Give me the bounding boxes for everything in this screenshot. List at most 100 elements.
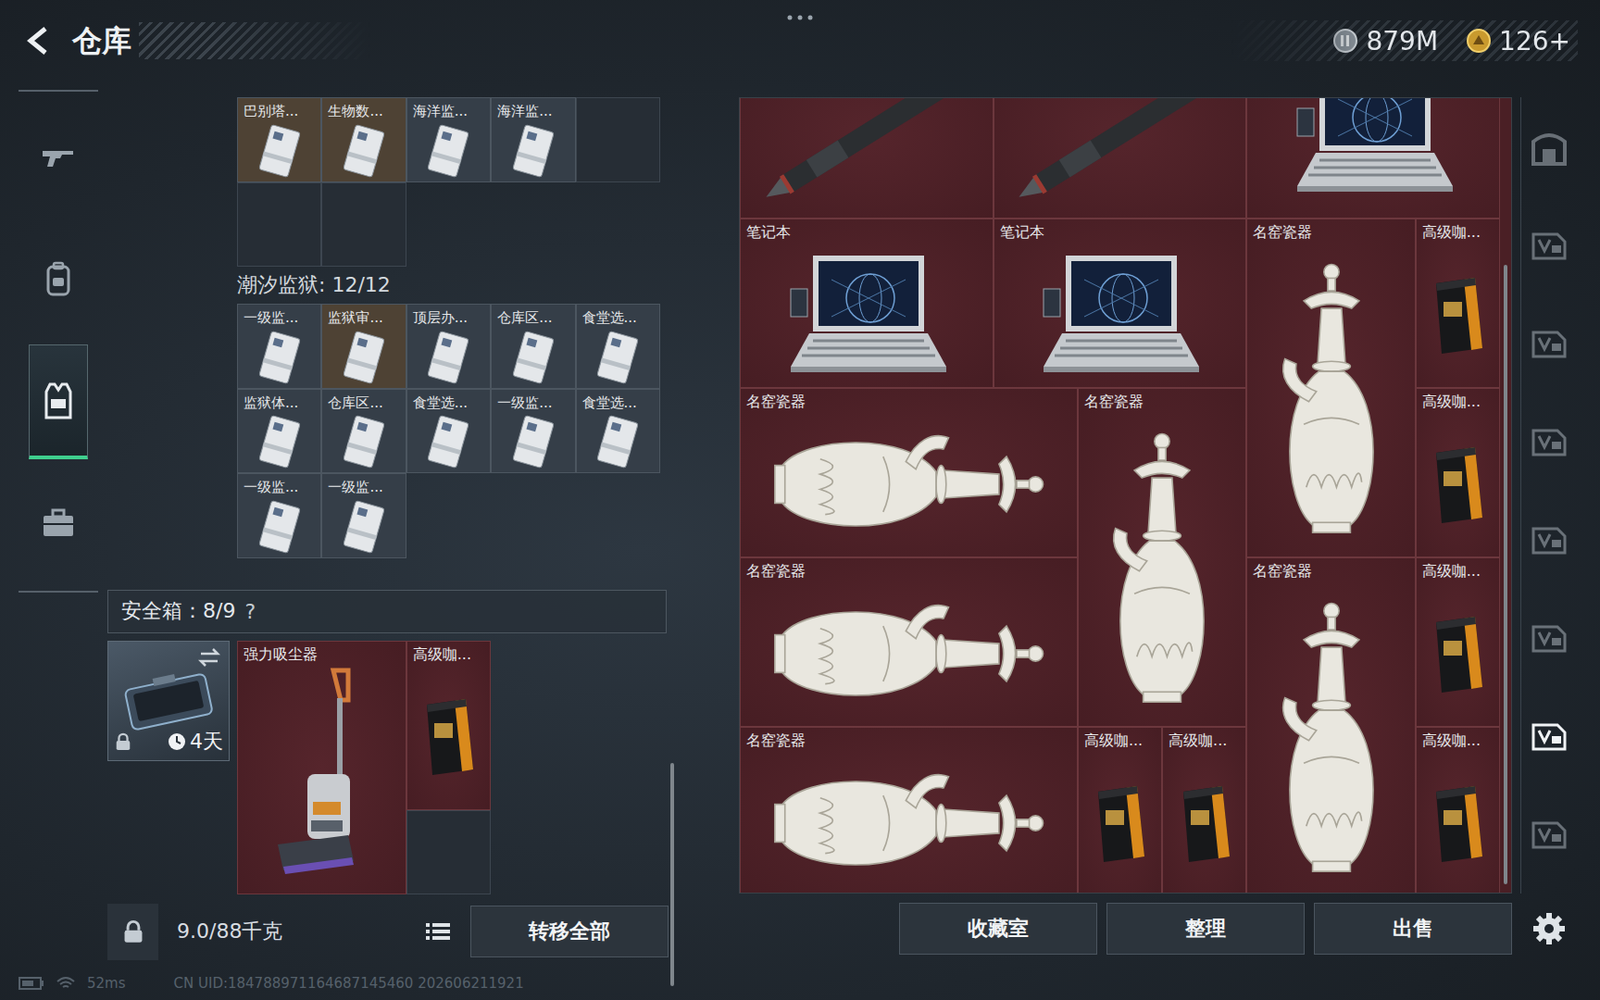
item-image xyxy=(1416,580,1500,726)
item-cell[interactable]: 食堂选... xyxy=(575,303,661,389)
sidebar-item[interactable] xyxy=(28,223,88,338)
secure-container[interactable]: 4天 xyxy=(107,640,230,762)
item-cell[interactable]: 名窑瓷器 xyxy=(1246,218,1415,558)
coffee-bag-icon xyxy=(419,695,477,777)
item-cell[interactable]: 高级咖... xyxy=(1162,726,1247,893)
stash-tab[interactable] xyxy=(1525,618,1573,660)
item-cell[interactable]: 高级咖... xyxy=(1415,387,1500,558)
ping: 52ms xyxy=(87,975,126,992)
item-name: 高级咖... xyxy=(1416,558,1500,581)
item-cell[interactable]: 监狱体... xyxy=(237,388,322,475)
stash-area: 笔记本笔记本名窑瓷器高级咖...名窑瓷器名窑瓷器高级咖...名窑瓷器名窑瓷器高级… xyxy=(738,92,1577,963)
item-cell[interactable]: 名窑瓷器 xyxy=(1077,387,1247,727)
item-cell[interactable]: 名窑瓷器 xyxy=(739,557,1078,727)
stash-tab[interactable] xyxy=(1525,422,1573,463)
warehouse-screen: 仓库879M126+巴别塔...生物数...海洋监...海洋监...潮汐监狱: … xyxy=(0,0,1600,1000)
item-cell[interactable]: 生物数... xyxy=(321,97,406,183)
lock-icon xyxy=(121,919,146,944)
menu-handle[interactable] xyxy=(783,11,817,25)
item-image xyxy=(1247,580,1414,893)
item-cell[interactable]: 监狱审... xyxy=(321,303,406,389)
stash-tab[interactable] xyxy=(1525,520,1573,562)
item-image xyxy=(576,326,660,388)
porcelain-vase-icon xyxy=(769,590,1048,717)
item-cell[interactable] xyxy=(739,98,994,219)
section-title: 潮汐监狱: 12/12 xyxy=(237,272,676,299)
stash-tab[interactable] xyxy=(1525,225,1573,267)
item-cell[interactable]: 高级咖... xyxy=(1415,557,1500,727)
help-button[interactable]: ? xyxy=(244,600,256,624)
empty-slot xyxy=(321,182,406,268)
item-cell[interactable]: 顶层办... xyxy=(406,303,491,389)
item-cell[interactable]: 海洋监... xyxy=(406,97,491,183)
item-image xyxy=(740,750,1077,893)
loadout-scrollbar[interactable] xyxy=(670,189,676,987)
item-name: 海洋监... xyxy=(407,98,490,121)
item-cell[interactable]: 一级监... xyxy=(321,473,406,559)
item-name: 名窑瓷器 xyxy=(740,727,1077,750)
loadout-footer: 9.0/88千克转移全部 xyxy=(107,903,669,961)
item-cell[interactable]: 一级监... xyxy=(490,388,575,475)
item-cell[interactable]: 名窑瓷器 xyxy=(739,726,1078,893)
transfer-all-button[interactable]: 转移全部 xyxy=(470,905,669,958)
item-cell[interactable]: 笔记本 xyxy=(739,218,994,388)
action-button[interactable]: 收藏室 xyxy=(899,902,1098,955)
item-cell[interactable]: 高级咖... xyxy=(1415,726,1500,893)
item-cell[interactable]: 名窑瓷器 xyxy=(1246,557,1415,893)
vacuum-icon xyxy=(251,662,391,895)
currency[interactable]: 126+ xyxy=(1465,25,1571,57)
item-cell[interactable]: 笔记本 xyxy=(993,218,1248,388)
item-cell[interactable]: 高级咖... xyxy=(406,640,491,811)
stash-tab[interactable] xyxy=(1525,324,1573,365)
item-image xyxy=(491,120,575,182)
item-name: 仓库区... xyxy=(491,304,575,327)
item-cell[interactable]: 海洋监... xyxy=(490,97,575,183)
stash-tabs xyxy=(1520,97,1577,894)
back-button[interactable] xyxy=(18,20,60,62)
keycard-icon xyxy=(590,412,645,471)
currency[interactable]: 879M xyxy=(1332,25,1438,57)
item-name: 监狱体... xyxy=(237,389,321,413)
item-cell[interactable]: 仓库区... xyxy=(321,388,406,475)
item-grid: 巴别塔...生物数...海洋监...海洋监... xyxy=(237,97,676,267)
item-cell[interactable]: 巴别塔... xyxy=(237,97,322,183)
item-cell[interactable]: 高级咖... xyxy=(1077,726,1163,893)
sidebar-item[interactable] xyxy=(28,100,88,216)
keycard-icon xyxy=(337,328,391,387)
lock-button[interactable] xyxy=(107,903,159,961)
item-image xyxy=(322,412,405,474)
item-cell[interactable] xyxy=(1246,98,1500,219)
item-name: 监狱审... xyxy=(322,304,405,327)
item-cell[interactable]: 强力吸尘器 xyxy=(237,640,407,896)
keycard-icon xyxy=(252,328,307,387)
item-cell[interactable]: 一级监... xyxy=(237,303,322,389)
item-name: 高级咖... xyxy=(1416,219,1500,242)
sidebar-item[interactable] xyxy=(28,344,88,460)
item-image xyxy=(1247,241,1414,557)
item-name: 食堂选... xyxy=(576,304,660,327)
item-cell[interactable]: 食堂选... xyxy=(575,388,661,475)
stash-tab[interactable] xyxy=(1525,814,1573,856)
stash-scrollbar[interactable] xyxy=(1500,98,1512,893)
loadout-panel: 巴别塔...生物数...海洋监...海洋监...潮汐监狱: 12/12一级监..… xyxy=(107,92,676,963)
settings-button[interactable] xyxy=(1520,905,1577,952)
item-name: 名窑瓷器 xyxy=(1078,388,1246,412)
item-cell[interactable]: 食堂选... xyxy=(406,388,491,475)
item-cell[interactable]: 高级咖... xyxy=(1415,218,1500,388)
swap-button[interactable] xyxy=(197,647,222,668)
sidebar-item[interactable] xyxy=(28,466,88,582)
stash-tab[interactable] xyxy=(1525,127,1573,169)
title-decoration xyxy=(138,22,371,60)
list-button[interactable] xyxy=(418,912,458,951)
stash-tab[interactable] xyxy=(1525,716,1573,758)
loadout-sidebar xyxy=(18,89,99,593)
coffee-bag-icon xyxy=(1428,782,1487,864)
item-name: 一级监... xyxy=(491,389,575,413)
item-cell[interactable]: 一级监... xyxy=(237,473,322,559)
empty-slot xyxy=(237,182,322,268)
item-cell[interactable]: 名窑瓷器 xyxy=(739,387,1078,558)
item-cell[interactable] xyxy=(993,98,1248,219)
action-button[interactable]: 整理 xyxy=(1106,902,1305,955)
item-cell[interactable]: 仓库区... xyxy=(490,303,575,389)
action-button[interactable]: 出售 xyxy=(1313,902,1513,955)
